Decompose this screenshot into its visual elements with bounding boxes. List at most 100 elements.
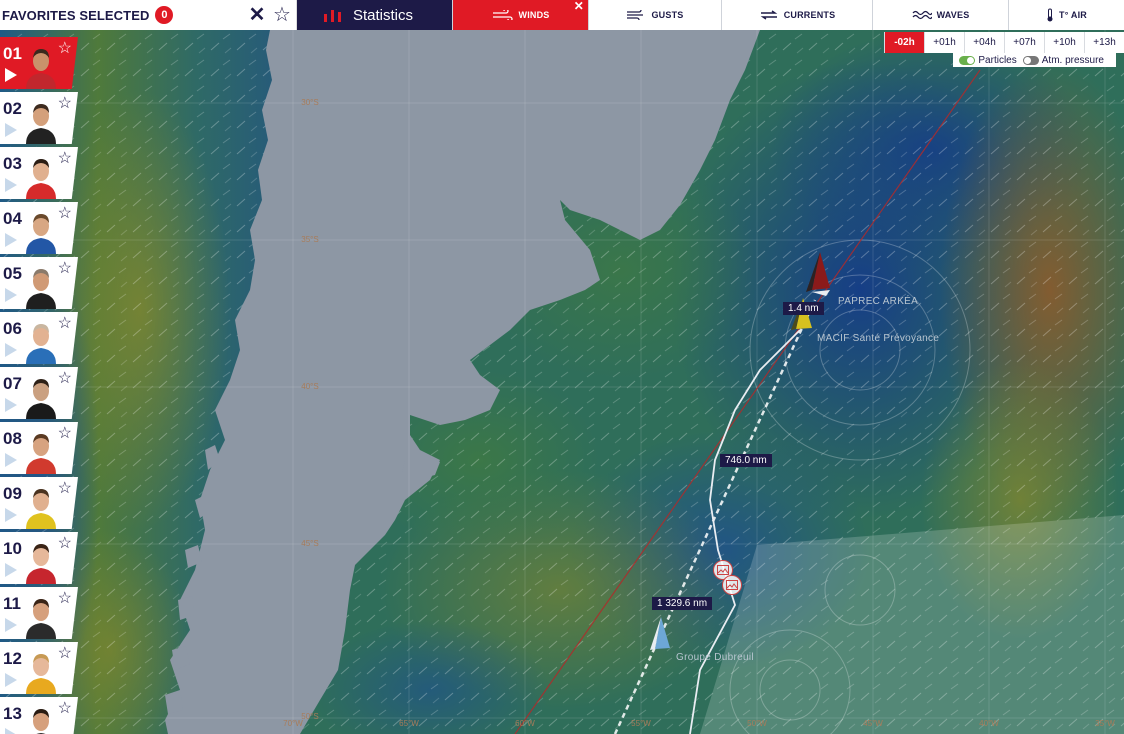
skipper-card[interactable]: 08 ☆: [0, 422, 78, 474]
tab-winds[interactable]: WINDS ✕: [452, 0, 588, 30]
photo-pin-icon[interactable]: [722, 575, 742, 595]
favorite-star-icon[interactable]: ☆: [58, 38, 72, 58]
skipper-ranking-list: 01 ☆ 02 ☆ 03 ☆ 04 ☆ 05 ☆ 06 ☆ 07 ☆ 08 ☆ 09 ☆ 10 ☆ 11 ☆ 12 ☆ 13 ☆: [0, 37, 80, 734]
distance-badge-leader: 1.4 nm: [783, 302, 824, 315]
skipper-rank: 02: [3, 99, 22, 118]
time-step-plus-07h[interactable]: +07h: [1004, 32, 1044, 53]
thermometer-icon: [1047, 8, 1053, 22]
statistics-button[interactable]: Statistics: [297, 0, 452, 30]
distance-badge-third: 1 329.6 nm: [652, 597, 713, 610]
play-icon[interactable]: [5, 123, 17, 137]
atm-pressure-switch[interactable]: [1022, 55, 1039, 65]
skipper-avatar: [26, 379, 56, 419]
skipper-rank: 03: [3, 154, 22, 173]
distance-badge-second: 746.0 nm: [720, 454, 772, 467]
lon-label-50w: 50°W: [747, 719, 767, 728]
skipper-avatar: [26, 434, 56, 474]
skipper-rank: 01: [3, 44, 22, 63]
skipper-rank: 04: [3, 209, 22, 228]
skipper-rank: 12: [3, 649, 22, 668]
favorite-star-icon[interactable]: ☆: [58, 203, 72, 223]
skipper-card[interactable]: 11 ☆: [0, 587, 78, 639]
skipper-rank: 05: [3, 264, 22, 283]
lon-label-65w: 65°W: [399, 719, 419, 728]
boat-label-paprec-arkea[interactable]: PAPREC ARKÉA: [838, 296, 918, 307]
skipper-card[interactable]: 05 ☆: [0, 257, 78, 309]
bar-chart-icon: [324, 10, 341, 22]
favorite-star-icon[interactable]: ☆: [58, 533, 72, 553]
skipper-card[interactable]: 12 ☆: [0, 642, 78, 694]
skipper-avatar: [26, 599, 56, 639]
skipper-card[interactable]: 10 ☆: [0, 532, 78, 584]
tab-winds-label: WINDS: [518, 10, 550, 20]
tab-gusts[interactable]: GUSTS: [588, 0, 721, 30]
skipper-card[interactable]: 06 ☆: [0, 312, 78, 364]
tab-currents[interactable]: CURRENTS: [721, 0, 872, 30]
atm-pressure-toggle[interactable]: Atm. pressure: [1022, 55, 1104, 66]
skipper-rank: 06: [3, 319, 22, 338]
play-icon[interactable]: [5, 618, 17, 632]
skipper-rank: 08: [3, 429, 22, 448]
tab-currents-label: CURRENTS: [783, 10, 836, 20]
time-step-plus-10h[interactable]: +10h: [1044, 32, 1084, 53]
favorite-star-icon[interactable]: ☆: [58, 423, 72, 443]
time-step-plus-13h[interactable]: +13h: [1084, 32, 1124, 53]
play-icon[interactable]: [5, 178, 17, 192]
play-icon[interactable]: [5, 398, 17, 412]
play-icon[interactable]: [5, 508, 17, 522]
time-step-plus-01h[interactable]: +01h: [924, 32, 964, 53]
time-step-minus-02h[interactable]: -02h: [884, 32, 924, 53]
play-icon[interactable]: [5, 728, 17, 734]
wind-icon: [492, 10, 513, 20]
statistics-label: Statistics: [353, 6, 414, 24]
skipper-card[interactable]: 09 ☆: [0, 477, 78, 529]
skipper-card[interactable]: 03 ☆: [0, 147, 78, 199]
skipper-card[interactable]: 13 ☆: [0, 697, 78, 734]
favorite-star-icon[interactable]: ☆: [58, 698, 72, 718]
tab-air-temperature-label: T° AIR: [1059, 10, 1087, 20]
skipper-card[interactable]: 04 ☆: [0, 202, 78, 254]
favorites-label: FAVORITES SELECTED: [2, 7, 150, 23]
skipper-card[interactable]: 02 ☆: [0, 92, 78, 144]
favorite-star-icon[interactable]: ☆: [58, 93, 72, 113]
boat-label-macif[interactable]: MACIF Santé Prévoyance: [817, 333, 939, 344]
favorite-star-icon[interactable]: ☆: [58, 258, 72, 278]
skipper-rank: 10: [3, 539, 22, 558]
skipper-rank: 07: [3, 374, 22, 393]
play-icon[interactable]: [5, 68, 17, 82]
lat-label-40s: 40°S: [301, 382, 319, 391]
favorite-star-icon[interactable]: ☆: [58, 148, 72, 168]
play-icon[interactable]: [5, 233, 17, 247]
tab-air-temperature[interactable]: T° AIR: [1008, 0, 1124, 30]
waves-icon: [912, 10, 932, 20]
play-icon[interactable]: [5, 453, 17, 467]
favorite-star-icon[interactable]: ☆: [58, 313, 72, 333]
favorites-star-icon[interactable]: ☆: [268, 0, 296, 30]
play-icon[interactable]: [5, 673, 17, 687]
tab-gusts-label: GUSTS: [651, 10, 684, 20]
tab-waves-label: WAVES: [936, 10, 970, 20]
lon-label-45w: 45°W: [863, 719, 883, 728]
skipper-avatar: [26, 324, 56, 364]
skipper-card[interactable]: 01 ☆: [0, 37, 78, 89]
lon-label-55w: 55°W: [631, 719, 651, 728]
skipper-card[interactable]: 07 ☆: [0, 367, 78, 419]
boat-label-groupe-dubreuil[interactable]: Groupe Dubreuil: [676, 652, 754, 663]
favorite-star-icon[interactable]: ☆: [58, 643, 72, 663]
particles-toggle[interactable]: Particles: [959, 54, 1017, 66]
weather-map[interactable]: 30°S 35°S 40°S 45°S 50°S 70°W 65°W 60°W …: [0, 30, 1124, 734]
particles-switch[interactable]: [959, 55, 976, 65]
lon-label-70w: 70°W: [283, 719, 303, 728]
close-winds-icon[interactable]: ✕: [574, 0, 584, 13]
tab-waves[interactable]: WAVES: [872, 0, 1008, 30]
favorite-star-icon[interactable]: ☆: [58, 478, 72, 498]
play-icon[interactable]: [5, 563, 17, 577]
play-icon[interactable]: [5, 288, 17, 302]
favorite-star-icon[interactable]: ☆: [58, 588, 72, 608]
favorite-star-icon[interactable]: ☆: [58, 368, 72, 388]
particles-label: Particles: [978, 54, 1017, 66]
race-map-app: FAVORITES SELECTED 0 ✕ ☆ Statistics WIND…: [0, 0, 1124, 734]
time-step-plus-04h[interactable]: +04h: [964, 32, 1004, 53]
play-icon[interactable]: [5, 343, 17, 357]
clear-favorites-close-icon[interactable]: ✕: [246, 0, 268, 30]
